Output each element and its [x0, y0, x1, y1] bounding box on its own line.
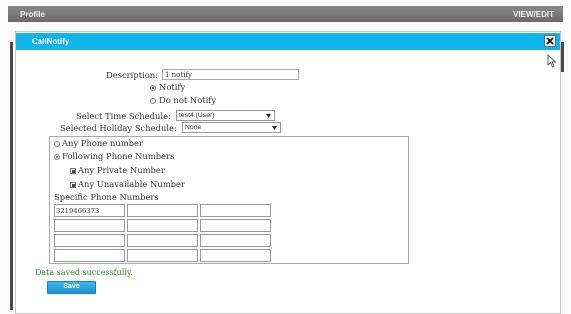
holiday-schedule-select[interactable]: None [182, 122, 281, 133]
any-unavailable-checkbox[interactable] [70, 182, 76, 188]
any-phone-radio[interactable] [54, 141, 60, 147]
close-icon [546, 37, 554, 45]
time-schedule-value: test4 (User) [179, 112, 215, 119]
holiday-schedule-value: None [185, 124, 202, 131]
phone-number-field[interactable] [54, 219, 125, 232]
profile-header-bar: Profile VIEW/EDIT [8, 6, 563, 22]
holiday-schedule-label: Selected Holiday Schedule: [60, 123, 177, 133]
description-label: Description: [106, 70, 159, 80]
any-phone-label: Any Phone number [62, 138, 143, 148]
phone-number-field[interactable] [200, 234, 271, 247]
description-input[interactable]: 1 notify [162, 69, 299, 80]
phone-number-field[interactable]: 3219466373 [54, 204, 125, 217]
phone-number-field[interactable] [200, 249, 271, 262]
phone-number-field[interactable] [54, 249, 125, 262]
do-not-notify-radio[interactable] [150, 98, 156, 104]
do-not-notify-label: Do not Notify [159, 95, 217, 105]
time-schedule-select[interactable]: test4 (User) [176, 110, 275, 121]
phone-number-field[interactable] [127, 249, 198, 262]
dropdown-arrow-icon [266, 114, 271, 118]
phone-number-options: Any Phone number Following Phone Numbers… [49, 136, 409, 264]
page-left-edge [10, 42, 13, 310]
notify-label: Notify [159, 82, 186, 92]
following-numbers-label: Following Phone Numbers [62, 151, 175, 161]
phone-number-field[interactable] [127, 234, 198, 247]
any-private-label: Any Private Number [78, 165, 165, 175]
status-message: Data saved successfully. [35, 268, 133, 277]
phone-number-field[interactable] [54, 234, 125, 247]
profile-title: Profile [20, 10, 45, 19]
dropdown-arrow-icon [272, 126, 277, 130]
any-unavailable-label: Any Unavailable Number [78, 179, 185, 189]
any-private-checkbox[interactable] [70, 168, 76, 174]
notify-radio[interactable] [150, 85, 156, 91]
close-button[interactable] [544, 35, 556, 47]
phone-number-field[interactable] [200, 219, 271, 232]
call-notify-dialog: CallNotify Description: 1 notify Notify … [15, 31, 561, 314]
following-numbers-radio[interactable] [54, 154, 60, 160]
phone-number-field[interactable] [127, 204, 198, 217]
view-edit-link[interactable]: VIEW/EDIT [513, 10, 554, 19]
time-schedule-label: Select Time Schedule: [76, 111, 171, 121]
dialog-titlebar: CallNotify [16, 33, 560, 50]
dialog-title: CallNotify [32, 37, 70, 46]
phone-number-field[interactable] [200, 204, 271, 217]
save-button[interactable]: Save [47, 281, 96, 294]
page-right-edge [561, 42, 564, 72]
specific-numbers-label: Specific Phone Numbers [54, 192, 159, 202]
phone-number-field[interactable] [127, 219, 198, 232]
mouse-cursor-icon [547, 54, 557, 68]
